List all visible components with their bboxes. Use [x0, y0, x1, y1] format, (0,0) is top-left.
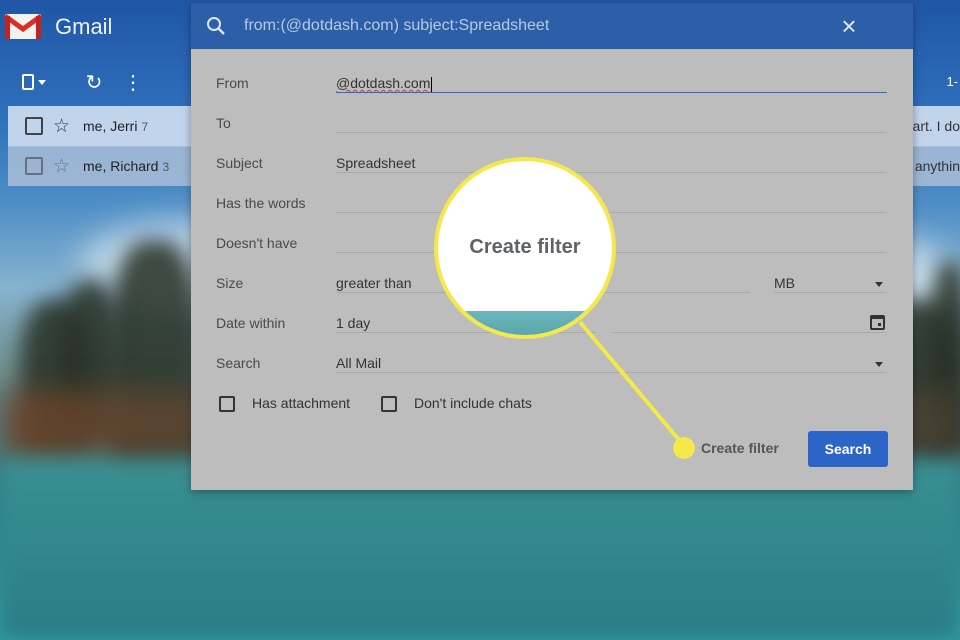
subject-label: Subject	[216, 155, 263, 171]
thread-count: 3	[162, 160, 170, 174]
calendar-icon[interactable]	[870, 315, 885, 330]
row-checkbox[interactable]	[25, 157, 43, 175]
has-words-label: Has the words	[216, 195, 306, 211]
date-field[interactable]	[613, 332, 887, 333]
row-snippet: anythin	[914, 158, 960, 174]
size-unit-select[interactable]: MB	[774, 275, 795, 291]
close-icon[interactable]: ×	[838, 13, 860, 39]
dont-include-chats-checkbox[interactable]	[381, 396, 397, 412]
size-unit-underline	[774, 292, 887, 293]
search-scope-select[interactable]: All Mail	[336, 355, 381, 371]
dialog-header: from:(@dotdash.com) subject:Spreadsheet …	[191, 3, 913, 49]
create-filter-button[interactable]: Create filter	[701, 440, 779, 456]
chevron-down-icon	[875, 362, 883, 367]
search-button[interactable]: Search	[808, 431, 888, 467]
refresh-icon[interactable]: ↻	[82, 70, 106, 94]
from-label: From	[216, 75, 249, 91]
size-operator-select[interactable]: greater than	[336, 275, 412, 291]
subject-field[interactable]: Spreadsheet	[336, 155, 415, 171]
gmail-logo-icon	[4, 13, 42, 39]
callout-background	[438, 311, 612, 335]
row-sender: me, Richard 3	[83, 158, 170, 174]
chevron-down-icon	[38, 79, 46, 85]
search-scope-underline	[336, 372, 887, 373]
row-sender: me, Jerri 7	[83, 118, 149, 134]
size-label: Size	[216, 275, 244, 291]
has-attachment-checkbox[interactable]	[219, 396, 235, 412]
date-within-label: Date within	[216, 315, 286, 331]
to-field[interactable]	[336, 132, 887, 133]
search-label: Search	[216, 355, 261, 371]
callout-dot	[673, 437, 695, 459]
from-field[interactable]: @dotdash.com	[336, 75, 433, 92]
row-snippet: art. I do	[912, 118, 960, 134]
chevron-down-icon	[875, 282, 883, 287]
select-all-checkbox[interactable]	[22, 70, 46, 94]
callout-text: Create filter	[469, 236, 581, 258]
search-icon[interactable]	[206, 16, 226, 36]
search-query-input[interactable]: from:(@dotdash.com) subject:Spreadsheet	[244, 17, 549, 35]
star-icon[interactable]: ☆	[53, 117, 70, 136]
date-within-select[interactable]: 1 day	[336, 315, 370, 331]
from-field-underline	[336, 92, 887, 93]
subject-field-underline	[336, 172, 887, 173]
has-attachment-label: Has attachment	[252, 395, 351, 411]
to-label: To	[216, 115, 231, 131]
magnifier-callout: Create filter	[434, 157, 616, 339]
gmail-wordmark: Gmail	[55, 14, 113, 39]
doesnt-have-label: Doesn't have	[216, 235, 298, 251]
row-checkbox[interactable]	[25, 117, 43, 135]
star-icon[interactable]: ☆	[53, 157, 70, 176]
has-words-field[interactable]	[336, 212, 887, 213]
page-count: 1-	[946, 74, 958, 89]
thread-count: 7	[141, 120, 149, 134]
dont-include-chats-label: Don't include chats	[414, 395, 532, 411]
more-vert-icon[interactable]: ⋮	[121, 70, 145, 94]
